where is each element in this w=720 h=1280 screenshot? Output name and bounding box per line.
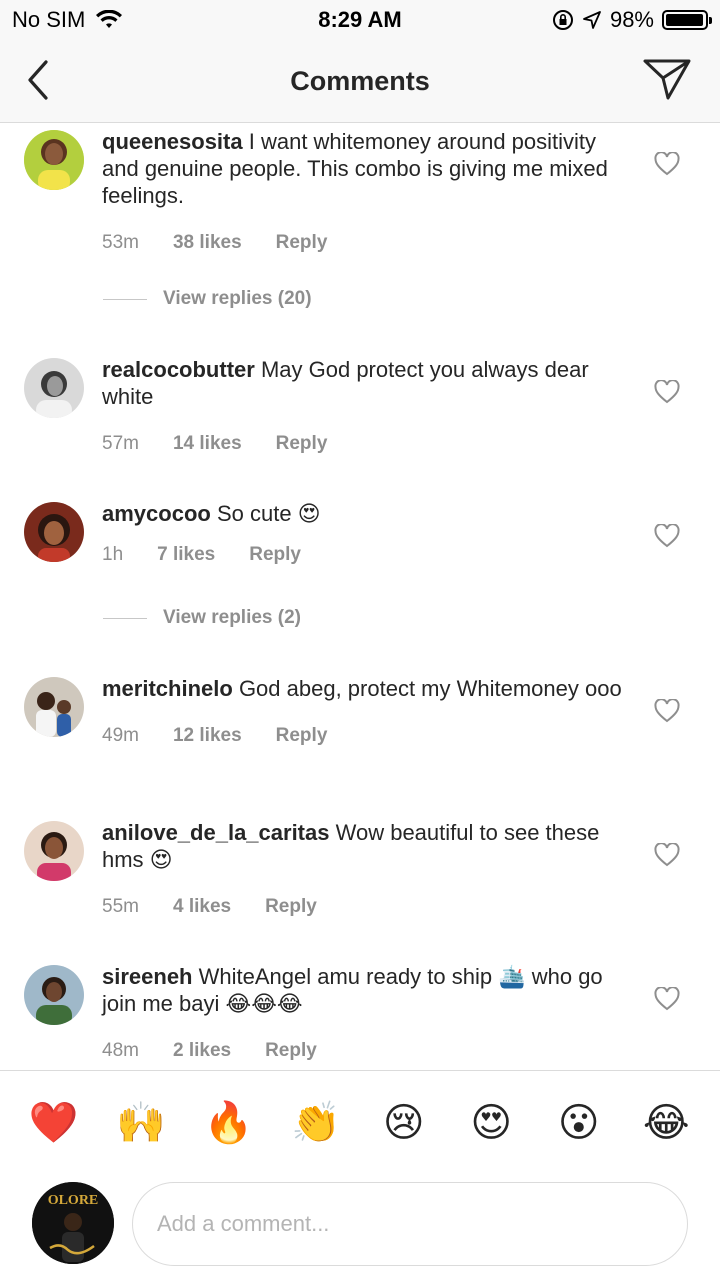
status-right: 98%: [552, 7, 712, 33]
comment-body: anilove_de_la_caritas Wow beautiful to s…: [102, 819, 622, 920]
reply-button[interactable]: Reply: [276, 722, 328, 749]
avatar[interactable]: [24, 677, 84, 737]
carrier-label: No SIM: [12, 7, 86, 32]
fire-emoji-reaction[interactable]: 🔥: [199, 1093, 259, 1153]
comment-username[interactable]: realcocobutter: [102, 357, 255, 382]
heart-eyes-emoji-reaction[interactable]: 😍: [461, 1093, 521, 1153]
reply-button[interactable]: Reply: [265, 893, 317, 920]
avatar[interactable]: [24, 821, 84, 881]
comment-time: 49m: [102, 725, 139, 746]
comment-body: queenesosita I want whitemoney around po…: [102, 128, 622, 256]
like-heart-icon[interactable]: [654, 699, 680, 723]
reply-button[interactable]: Reply: [276, 229, 328, 256]
like-heart-icon[interactable]: [654, 524, 680, 548]
comment-meta: 49m 12 likes Reply: [102, 722, 622, 749]
like-heart-icon[interactable]: [654, 380, 680, 404]
add-comment-placeholder: Add a comment...: [157, 1211, 330, 1236]
comment-body: sireeneh WhiteAngel amu ready to ship 🛳️…: [102, 963, 622, 1064]
comment-likes[interactable]: 38 likes: [173, 229, 242, 256]
status-bar: No SIM 8:29 AM 98%: [0, 0, 720, 40]
comment-body: meritchinelo God abeg, protect my Whitem…: [102, 675, 622, 749]
wifi-icon: [96, 10, 123, 28]
comment-text: So cute 😍: [216, 501, 321, 526]
status-left: No SIM: [12, 7, 123, 33]
comment-likes[interactable]: 4 likes: [173, 893, 231, 920]
quick-reaction-bar: ❤️ 🙌 🔥 👏 😢 😍 😮 😂: [0, 1070, 720, 1174]
crying-emoji-reaction[interactable]: 😢: [374, 1093, 434, 1153]
avatar-logo-text: OLORE: [48, 1193, 99, 1208]
comment-username[interactable]: sireeneh: [102, 964, 193, 989]
avatar[interactable]: [24, 358, 84, 418]
direct-send-icon[interactable]: [642, 56, 692, 102]
comments-list[interactable]: queenesosita I want whitemoney around po…: [0, 124, 720, 1070]
view-replies-label[interactable]: View replies (20): [163, 288, 312, 310]
like-heart-icon[interactable]: [654, 843, 680, 867]
reply-button[interactable]: Reply: [276, 430, 328, 457]
comment-username[interactable]: anilove_de_la_caritas: [102, 820, 329, 845]
battery-fill: [666, 14, 704, 26]
page-title: Comments: [290, 65, 430, 96]
comment-meta: 57m 14 likes Reply: [102, 430, 622, 457]
reply-button[interactable]: Reply: [249, 541, 301, 568]
heart-emoji-reaction[interactable]: ❤️: [24, 1093, 84, 1153]
comment-time: 1h: [102, 544, 124, 565]
like-heart-icon[interactable]: [654, 152, 680, 176]
comment-composer: OLORE Add a comment...: [0, 1174, 720, 1280]
reply-button[interactable]: Reply: [265, 1037, 317, 1064]
comment-time: 53m: [102, 232, 139, 253]
view-replies-label[interactable]: View replies (2): [163, 607, 301, 629]
comment-likes[interactable]: 2 likes: [173, 1037, 231, 1064]
comment-time: 57m: [102, 433, 139, 454]
add-comment-input[interactable]: Add a comment...: [132, 1182, 688, 1266]
divider-line: [103, 298, 147, 300]
battery-percent: 98%: [609, 7, 654, 32]
surprised-emoji-reaction[interactable]: 😮: [549, 1093, 609, 1153]
comment-meta: 1h 7 likes Reply: [102, 541, 622, 568]
comment-meta: 53m 38 likes Reply: [102, 229, 622, 256]
comment-meta: 48m 2 likes Reply: [102, 1037, 622, 1064]
view-replies-button[interactable]: View replies (2): [103, 607, 301, 629]
divider-line: [103, 617, 147, 619]
comment-likes[interactable]: 7 likes: [157, 541, 215, 568]
comment-likes[interactable]: 14 likes: [173, 430, 242, 457]
comment-likes[interactable]: 12 likes: [173, 722, 242, 749]
comment-username[interactable]: meritchinelo: [102, 676, 233, 701]
laughing-emoji-reaction[interactable]: 😂: [636, 1093, 696, 1153]
comment-text: God abeg, protect my Whitemoney ooo: [238, 676, 622, 701]
avatar[interactable]: [24, 965, 84, 1025]
comment-username[interactable]: queenesosita: [102, 129, 243, 154]
battery-icon: [662, 10, 712, 30]
view-replies-button[interactable]: View replies (20): [103, 288, 312, 310]
like-heart-icon[interactable]: [654, 987, 680, 1011]
comment-body: amycocoo So cute 😍 1h 7 likes Reply: [102, 500, 622, 568]
location-arrow-icon: [583, 11, 601, 29]
clap-emoji-reaction[interactable]: 👏: [286, 1093, 346, 1153]
nav-bar: Comments: [0, 40, 720, 123]
comment-username[interactable]: amycocoo: [102, 501, 211, 526]
orientation-lock-icon: [552, 10, 573, 30]
comment-meta: 55m 4 likes Reply: [102, 893, 622, 920]
comment-body: realcocobutter May God protect you alway…: [102, 356, 622, 457]
album-art-logo: OLORE: [32, 1182, 114, 1264]
back-chevron-icon[interactable]: [22, 58, 56, 102]
avatar[interactable]: [24, 130, 84, 190]
current-user-avatar[interactable]: OLORE: [32, 1182, 114, 1264]
comment-time: 55m: [102, 896, 139, 917]
raised-hands-emoji-reaction[interactable]: 🙌: [111, 1093, 171, 1153]
avatar[interactable]: [24, 502, 84, 562]
comment-time: 48m: [102, 1040, 139, 1061]
